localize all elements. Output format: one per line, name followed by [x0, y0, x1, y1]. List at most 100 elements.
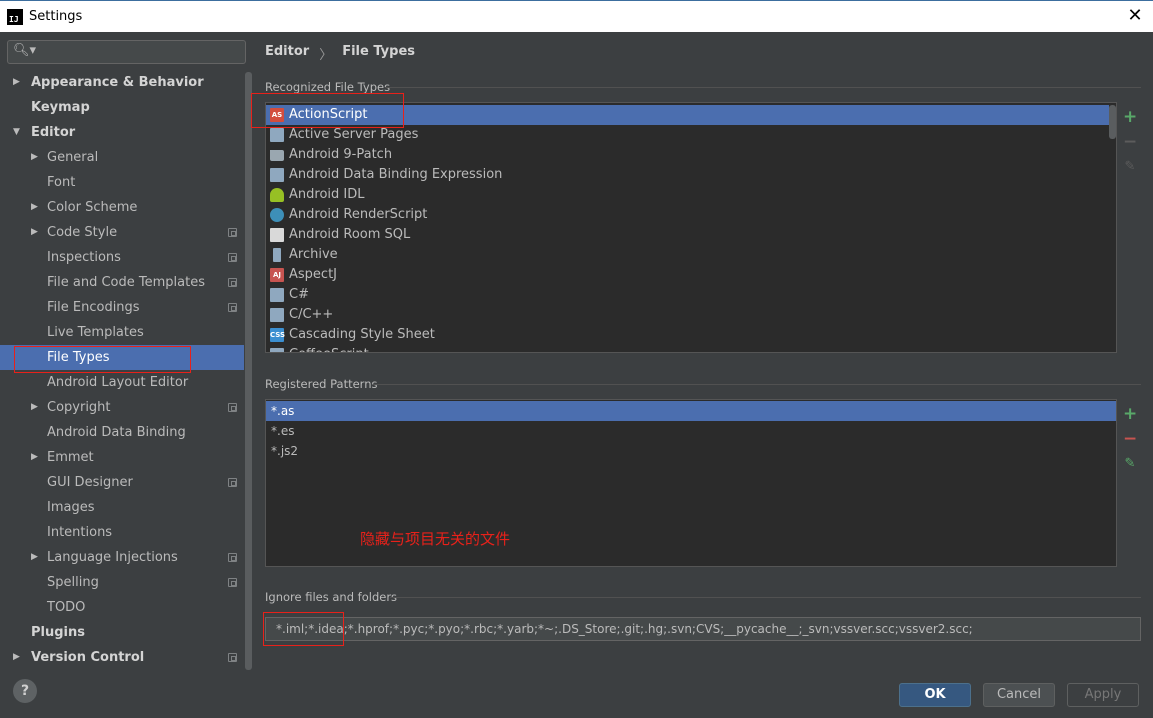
breadcrumb-separator: 〉: [319, 48, 333, 63]
sidebar-item-label: Live Templates: [47, 325, 144, 340]
sidebar-item-spelling[interactable]: Spelling: [0, 570, 244, 595]
recognized-file-types-title: Recognized File Types: [265, 80, 391, 94]
edit-pattern-icon[interactable]: ✎: [1123, 457, 1137, 471]
close-icon[interactable]: ✕: [1125, 6, 1145, 26]
list-item[interactable]: CoffeeScript: [266, 345, 1109, 352]
remove-file-type-icon[interactable]: −: [1123, 134, 1137, 151]
list-item[interactable]: *.as: [266, 401, 1116, 421]
sidebar-item-copyright[interactable]: ▶ Copyright: [0, 395, 244, 420]
chevron-right-icon[interactable]: ▶: [31, 220, 38, 245]
ignore-files-input[interactable]: *.iml;*.idea;*.hprof;*.pyc;*.pyo;*.rbc;*…: [265, 617, 1141, 641]
chevron-right-icon[interactable]: ▶: [13, 70, 20, 95]
breadcrumb-current: File Types: [342, 44, 416, 59]
android-icon: [270, 188, 284, 202]
sidebar-scrollbar[interactable]: [245, 72, 252, 670]
chevron-right-icon[interactable]: ▶: [31, 445, 38, 470]
sidebar-item-gui-designer[interactable]: GUI Designer: [0, 470, 244, 495]
list-item[interactable]: CSS Cascading Style Sheet: [266, 325, 1109, 345]
file-type-label: C/C++: [289, 307, 334, 322]
remove-pattern-icon[interactable]: −: [1123, 431, 1137, 448]
apply-button[interactable]: Apply: [1067, 683, 1139, 707]
cancel-button[interactable]: Cancel: [983, 683, 1055, 707]
sidebar-item-inspections[interactable]: Inspections: [0, 245, 244, 270]
add-pattern-icon[interactable]: +: [1123, 406, 1137, 423]
recognized-file-types-list[interactable]: AS ActionScript Active Server Pages Android…: [265, 102, 1117, 353]
sidebar-item-plugins[interactable]: Plugins: [0, 620, 244, 645]
breadcrumb-parent[interactable]: Editor: [265, 44, 309, 63]
ok-button[interactable]: OK: [899, 683, 971, 707]
sidebar-item-color-scheme[interactable]: ▶ Color Scheme: [0, 195, 244, 220]
search-input[interactable]: [36, 43, 241, 61]
sidebar-item-android-data-binding[interactable]: Android Data Binding: [0, 420, 244, 445]
patterns-toolbar: + − ✎: [1117, 399, 1143, 567]
sidebar-item-version-control[interactable]: ▶ Version Control: [0, 645, 244, 670]
sidebar-item-label: Inspections: [47, 250, 121, 265]
renderscript-icon: [270, 208, 284, 222]
settings-sidebar: 🔍︎▾ ▶ Appearance & Behavior Keymap ▼ Editor ▶…: [0, 32, 255, 670]
sidebar-item-label: File and Code Templates: [47, 275, 205, 290]
sidebar-item-live-templates[interactable]: Live Templates: [0, 320, 244, 345]
sidebar-item-todo[interactable]: TODO: [0, 595, 244, 620]
add-file-type-icon[interactable]: +: [1123, 109, 1137, 126]
chevron-right-icon[interactable]: ▶: [31, 395, 38, 420]
chevron-right-icon[interactable]: ▶: [31, 145, 38, 170]
sidebar-item-file-and-code-templates[interactable]: File and Code Templates: [0, 270, 244, 295]
annotation-note: 隐藏与项目无关的文件: [360, 530, 511, 548]
project-scope-icon: [228, 228, 237, 237]
sidebar-item-file-encodings[interactable]: File Encodings: [0, 295, 244, 320]
sidebar-item-emmet[interactable]: ▶ Emmet: [0, 445, 244, 470]
sidebar-item-label: File Encodings: [47, 300, 140, 315]
sidebar-item-code-style[interactable]: ▶ Code Style: [0, 220, 244, 245]
file-type-label: Android Room SQL: [289, 227, 411, 242]
file-type-label: Cascading Style Sheet: [289, 327, 435, 342]
sidebar-item-android-layout-editor[interactable]: Android Layout Editor: [0, 370, 244, 395]
list-item[interactable]: Android 9-Patch: [266, 145, 1109, 165]
sidebar-item-file-types[interactable]: File Types: [0, 345, 244, 370]
sidebar-item-general[interactable]: ▶ General: [0, 145, 244, 170]
window-title: Settings: [29, 9, 83, 24]
list-item[interactable]: AJ AspectJ: [266, 265, 1109, 285]
sidebar-item-intentions[interactable]: Intentions: [0, 520, 244, 545]
list-item[interactable]: C#: [266, 285, 1109, 305]
project-scope-icon: [228, 578, 237, 587]
title-bar: IJ Settings ✕: [0, 0, 1153, 32]
list-item[interactable]: Active Server Pages: [266, 125, 1109, 145]
chevron-right-icon[interactable]: ▶: [31, 195, 38, 220]
document-icon: [270, 348, 284, 352]
help-button[interactable]: ?: [13, 679, 37, 703]
file-type-label: Archive: [289, 247, 338, 262]
sidebar-item-images[interactable]: Images: [0, 495, 244, 520]
list-item[interactable]: AS ActionScript: [266, 105, 1109, 125]
project-scope-icon: [228, 653, 237, 662]
list-item[interactable]: Android Room SQL: [266, 225, 1109, 245]
sidebar-item-language-injections[interactable]: ▶ Language Injections: [0, 545, 244, 570]
list-item[interactable]: *.es: [266, 421, 1116, 441]
file-types-scrollbar[interactable]: [1109, 105, 1116, 139]
list-item[interactable]: Android RenderScript: [266, 205, 1109, 225]
sidebar-item-label: Font: [47, 175, 76, 190]
section-divider: [385, 87, 1141, 88]
edit-file-type-icon[interactable]: ✎: [1123, 160, 1137, 174]
sidebar-item-appearance-behavior[interactable]: ▶ Appearance & Behavior: [0, 70, 244, 95]
sidebar-item-keymap[interactable]: Keymap: [0, 95, 244, 120]
archive-icon: [273, 248, 281, 262]
chevron-right-icon[interactable]: ▶: [31, 545, 38, 570]
chevron-right-icon[interactable]: ▶: [13, 645, 20, 670]
sidebar-item-label: Version Control: [31, 650, 145, 665]
file-types-toolbar: + − ✎: [1117, 102, 1143, 353]
file-type-label: Android IDL: [289, 187, 365, 202]
list-item[interactable]: C/C++: [266, 305, 1109, 325]
project-scope-icon: [228, 553, 237, 562]
sidebar-item-label: Images: [47, 500, 95, 515]
list-item[interactable]: Archive: [266, 245, 1109, 265]
list-item[interactable]: *.js2: [266, 441, 1116, 461]
settings-search[interactable]: 🔍︎▾: [7, 40, 246, 64]
sidebar-item-label: Keymap: [31, 100, 90, 115]
list-item[interactable]: Android IDL: [266, 185, 1109, 205]
sidebar-item-label: Android Layout Editor: [47, 375, 189, 390]
chevron-down-icon[interactable]: ▼: [13, 120, 20, 145]
sidebar-item-editor[interactable]: ▼ Editor: [0, 120, 244, 145]
sidebar-item-font[interactable]: Font: [0, 170, 244, 195]
list-item[interactable]: Android Data Binding Expression: [266, 165, 1109, 185]
registered-patterns-title: Registered Patterns: [265, 377, 378, 391]
